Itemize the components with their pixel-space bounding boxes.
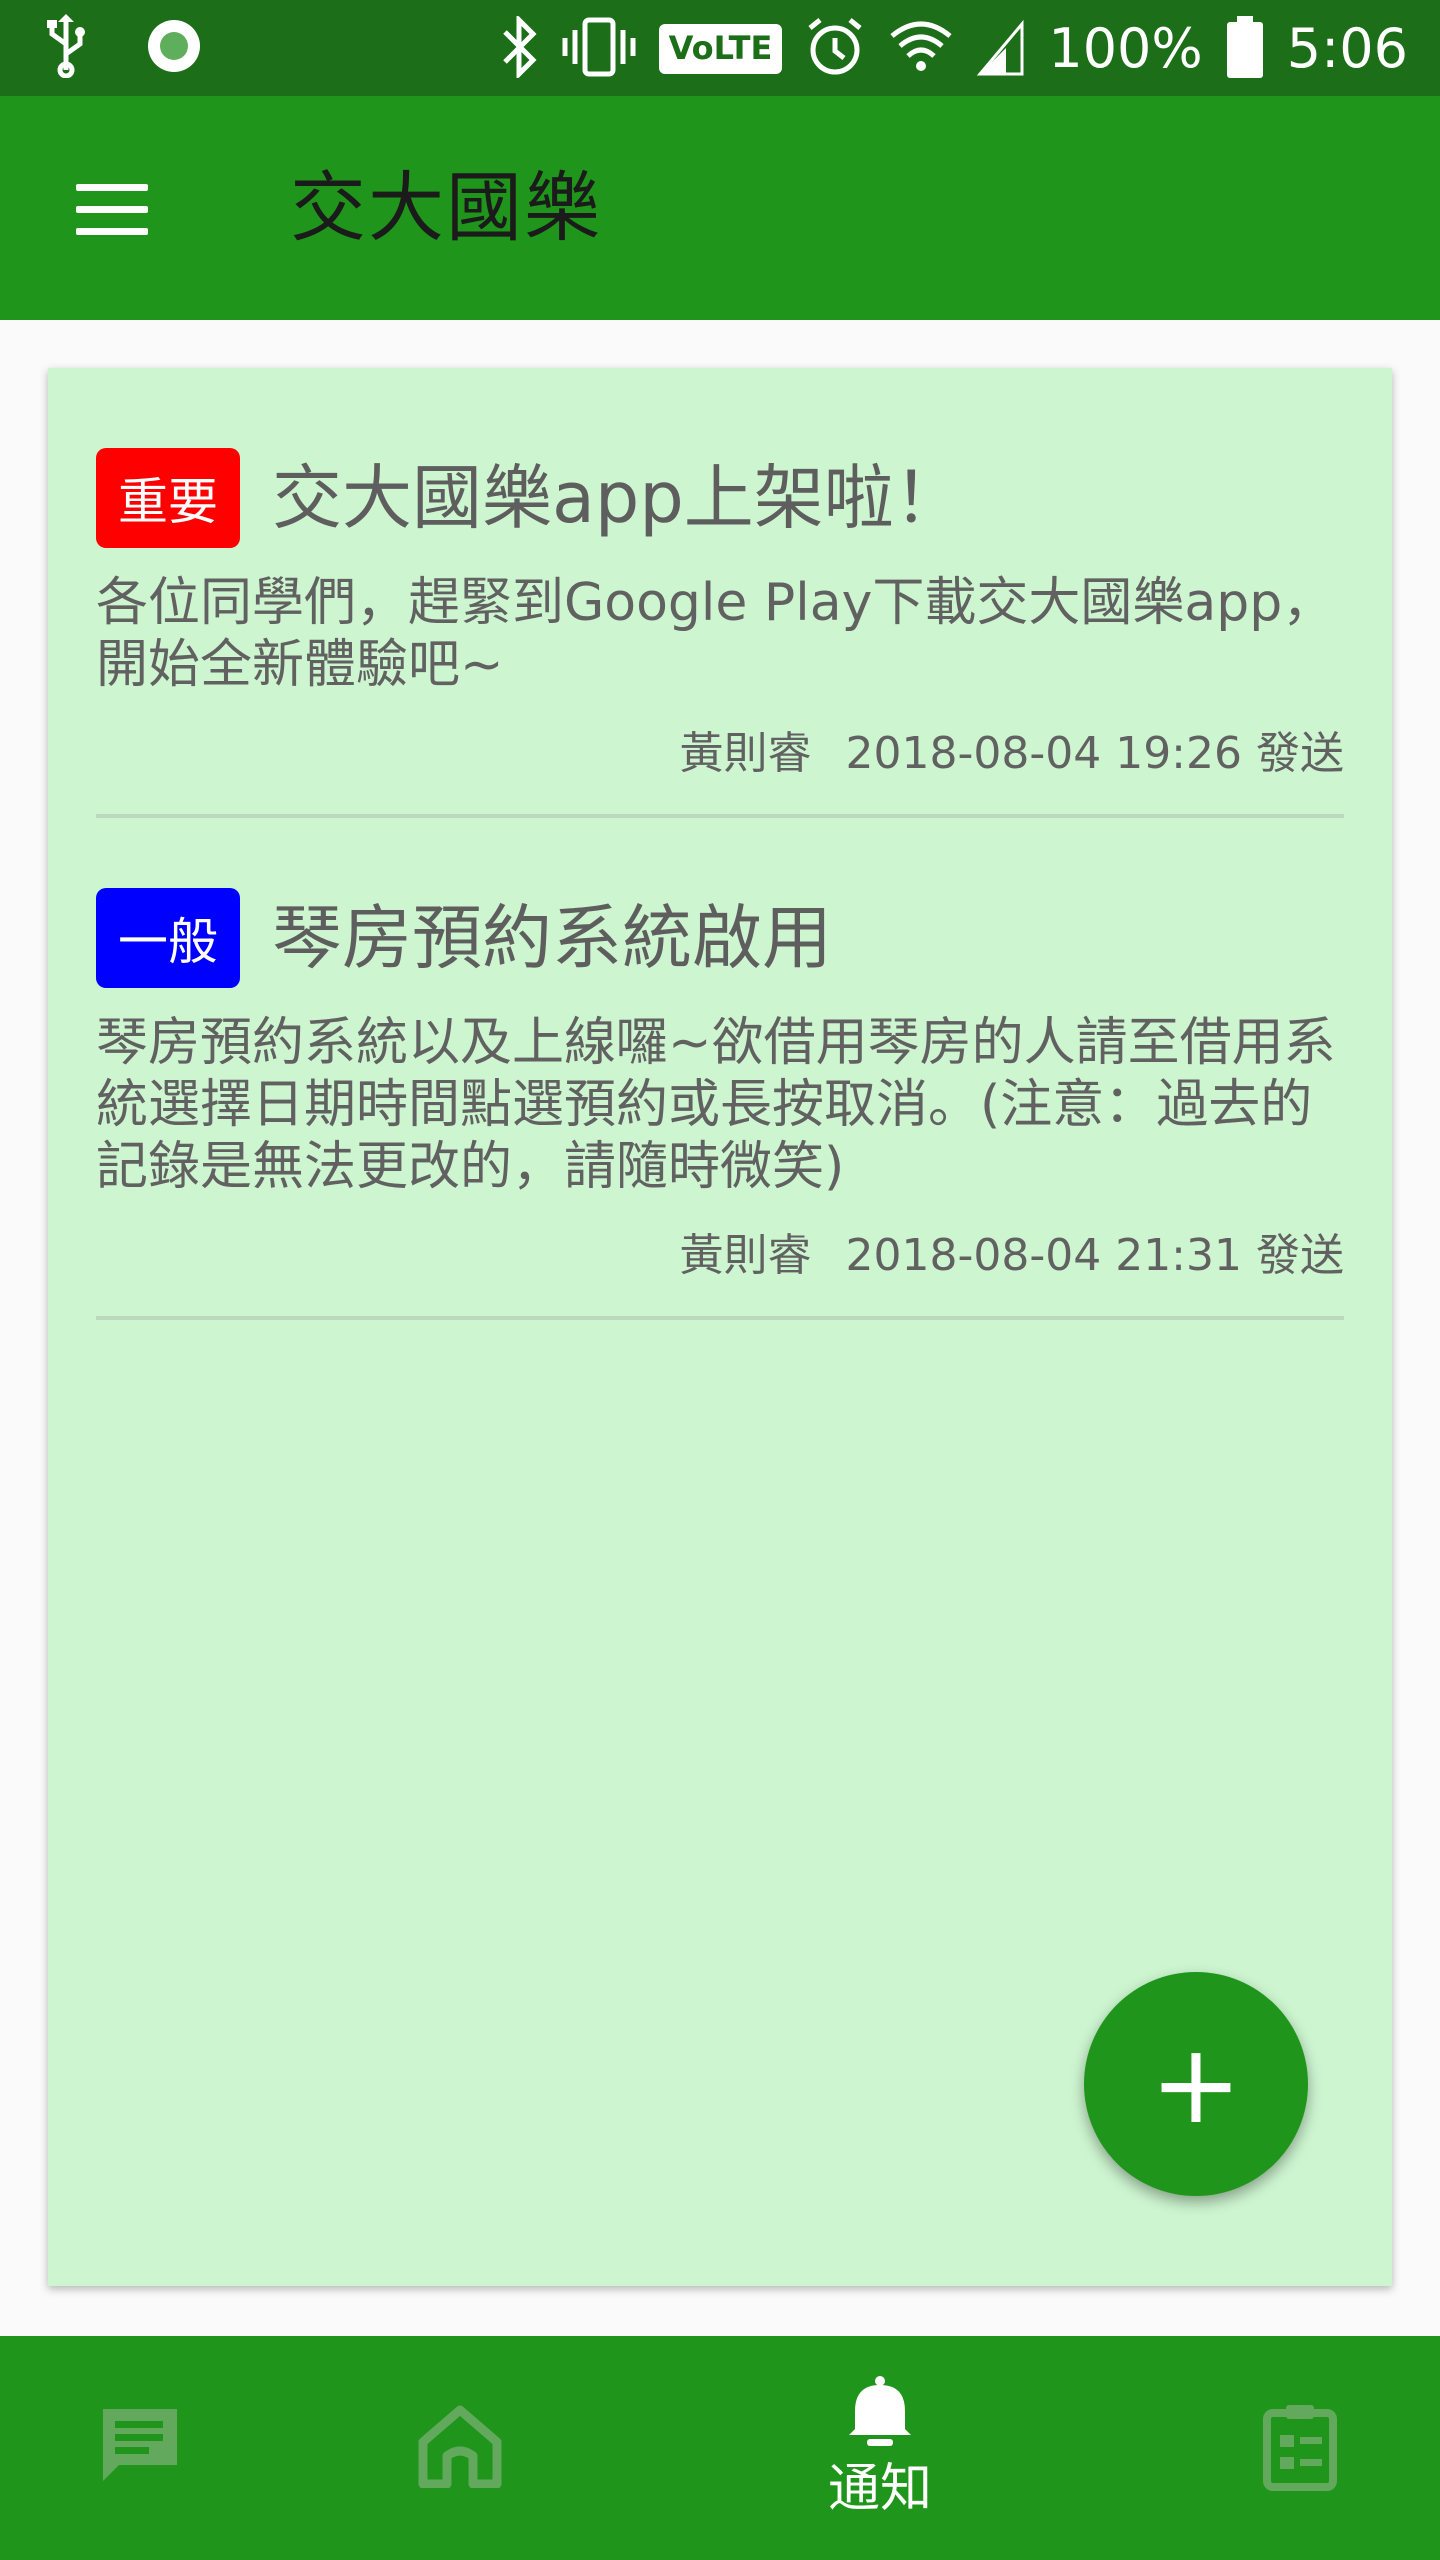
notice-datetime: 2018-08-04 21:31 xyxy=(845,1230,1243,1281)
chat-icon xyxy=(97,2405,183,2491)
vibrate-icon xyxy=(561,16,637,82)
notice-title: 交大國樂app上架啦！ xyxy=(272,457,964,539)
notice-body: 琴房預約系統以及上線囉~欲借用琴房的人請至借用系統選擇日期時間點選預約或長按取消… xyxy=(96,1013,1336,1197)
bluetooth-icon xyxy=(499,13,539,82)
divider xyxy=(96,814,1344,818)
notice-datetime: 2018-08-04 19:26 xyxy=(845,728,1243,779)
notice-body: 各位同學們，趕緊到Google Play下載交大國樂app，開始全新體驗吧~ xyxy=(96,573,1335,695)
battery-percent: 100% xyxy=(1048,17,1203,80)
notice-sent-label: 發送 xyxy=(1256,728,1344,779)
nav-item-home[interactable] xyxy=(410,2336,510,2560)
nav-label-notifications: 通知 xyxy=(827,2459,932,2519)
notice-item[interactable]: 重要 交大國樂app上架啦！ 各位同學們，趕緊到Google Play下載交大國… xyxy=(96,448,1344,818)
notice-sent-label: 發送 xyxy=(1256,1230,1344,1281)
home-icon xyxy=(417,2404,503,2492)
notice-meta: 黃則睿 2018-08-04 21:31 發送 xyxy=(96,1226,1345,1286)
usb-icon xyxy=(44,14,88,82)
notice-sender: 黃則睿 xyxy=(679,1230,812,1281)
bell-icon xyxy=(845,2375,915,2453)
divider xyxy=(96,1316,1344,1320)
app-title: 交大國樂 xyxy=(290,163,602,252)
alarm-icon xyxy=(804,16,866,82)
status-bar: VoLTE 100% 5:06 xyxy=(0,0,1440,96)
record-icon xyxy=(144,16,204,80)
bottom-navigation: 通知 xyxy=(0,2336,1440,2560)
wifi-icon xyxy=(888,16,954,82)
priority-badge: 重要 xyxy=(96,448,240,548)
add-icon: + xyxy=(1149,2020,1243,2148)
volte-indicator: VoLTE xyxy=(658,24,783,74)
add-notice-button[interactable]: + xyxy=(1084,1972,1308,2196)
hamburger-menu-icon[interactable] xyxy=(76,184,148,235)
notice-meta: 黃則睿 2018-08-04 19:26 發送 xyxy=(96,724,1345,784)
nav-item-notifications[interactable]: 通知 xyxy=(780,2336,980,2560)
nav-item-chat[interactable] xyxy=(90,2336,190,2560)
clock: 5:06 xyxy=(1286,17,1408,80)
battery-icon xyxy=(1225,14,1265,84)
notice-item[interactable]: 一般 琴房預約系統啟用 琴房預約系統以及上線囉~欲借用琴房的人請至借用系統選擇日… xyxy=(96,888,1344,1320)
priority-badge: 一般 xyxy=(96,888,240,988)
clipboard-icon xyxy=(1262,2401,1338,2495)
app-bar: 交大國樂 xyxy=(0,96,1440,320)
nav-item-clipboard[interactable] xyxy=(1250,2336,1350,2560)
notice-sender: 黃則睿 xyxy=(679,728,812,779)
signal-icon xyxy=(976,16,1026,82)
notice-title: 琴房預約系統啟用 xyxy=(272,897,832,979)
